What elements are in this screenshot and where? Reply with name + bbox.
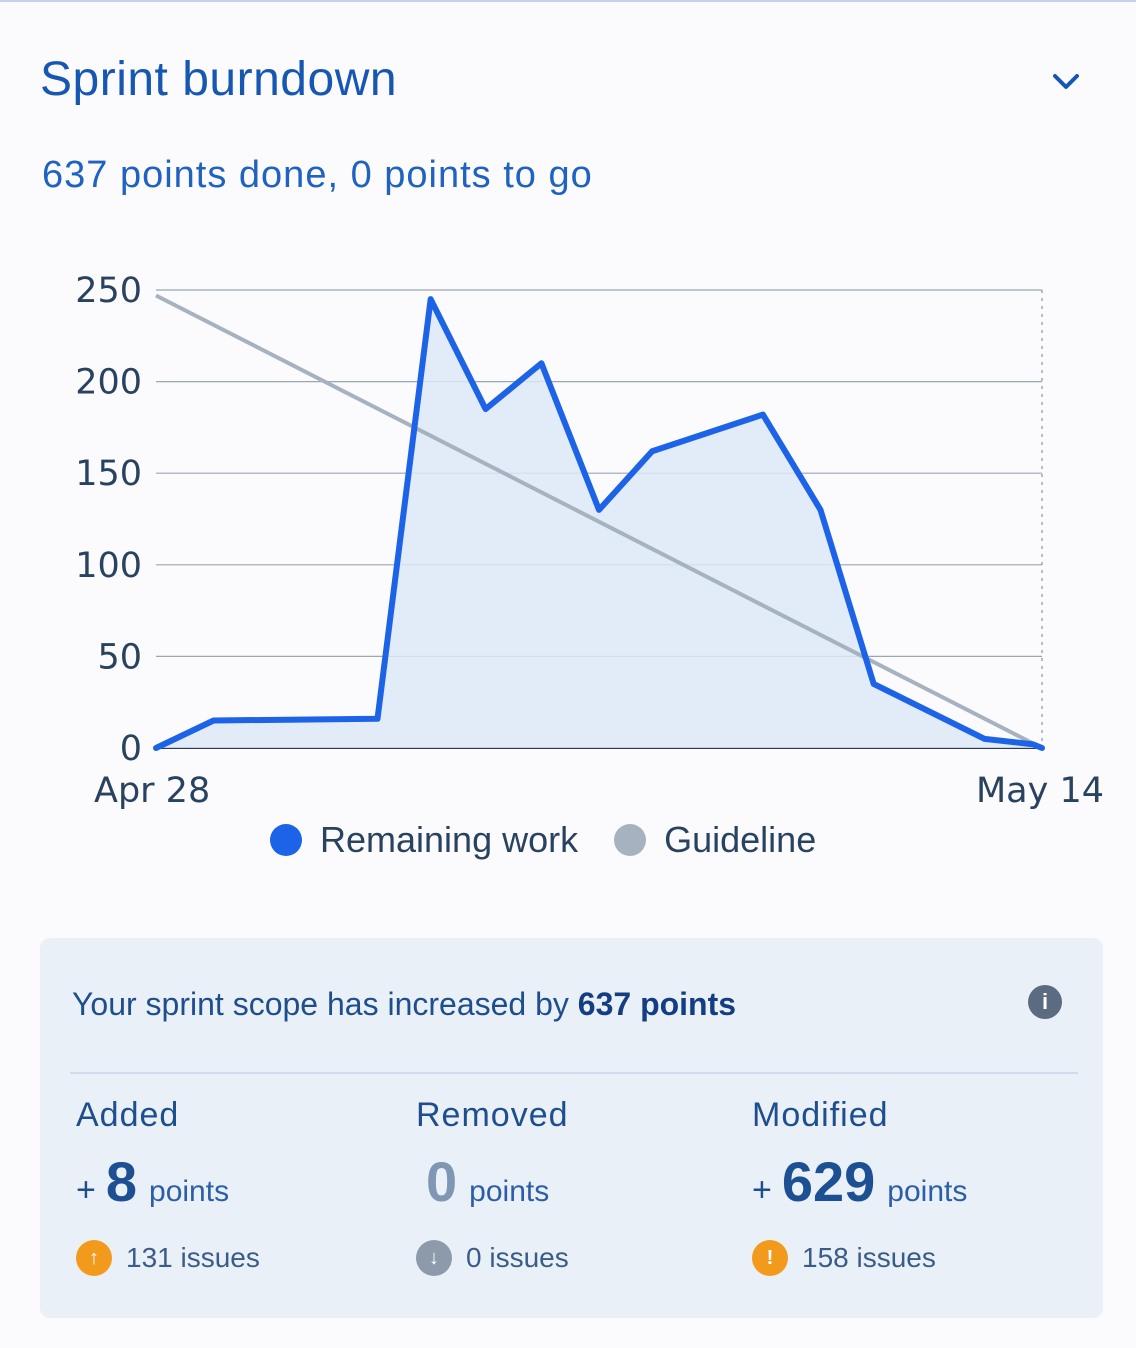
scope-divider — [70, 1072, 1078, 1074]
stat-added-issues-link[interactable]: ↑ 131 issues — [76, 1240, 396, 1276]
x-tick-label-start: Apr 28 — [94, 771, 210, 811]
chart-legend: Remaining work Guideline — [270, 814, 852, 866]
chevron-down-icon — [1051, 72, 1081, 97]
legend-item-remaining-work[interactable]: Remaining work — [270, 819, 578, 861]
scope-change-panel: Your sprint scope has increased by 637 p… — [40, 938, 1103, 1318]
stat-added-issues: 131 issues — [126, 1242, 260, 1273]
scope-change-title: Your sprint scope has increased by 637 p… — [72, 986, 736, 1023]
arrow-down-icon: ↓ — [416, 1240, 452, 1276]
legend-label-guideline: Guideline — [664, 819, 817, 860]
y-axis-ticks: 0 50 100 150 200 250 — [75, 271, 142, 769]
stat-modified-unit: points — [887, 1175, 968, 1208]
y-tick-label: 50 — [97, 637, 142, 677]
arrow-up-icon: ↑ — [76, 1240, 112, 1276]
scope-title-highlight: 637 points — [577, 986, 737, 1022]
stat-added-label: Added — [76, 1096, 180, 1134]
stat-added: Added + 8 points ↑ 131 issues — [76, 1096, 396, 1276]
y-tick-label: 200 — [75, 363, 142, 403]
sprint-burndown-card: Sprint burndown 637 points done, 0 point… — [0, 2, 1136, 1348]
stat-modified-number: 629 — [781, 1150, 876, 1213]
scope-title-prefix: Your sprint scope has increased by — [72, 986, 578, 1022]
stat-removed-number: 0 — [426, 1150, 458, 1213]
warning-icon: ! — [752, 1240, 788, 1276]
x-axis-ticks: Apr 28 May 14 — [94, 771, 1104, 811]
burndown-chart: 0 50 100 150 200 250 Apr 28 May 14 — [75, 271, 1104, 811]
y-tick-label: 100 — [75, 546, 142, 586]
collapse-button[interactable] — [1046, 66, 1086, 102]
legend-item-guideline[interactable]: Guideline — [614, 819, 816, 861]
stat-modified: Modified + 629 points ! 158 issues — [752, 1096, 1072, 1276]
y-tick-label: 250 — [75, 271, 142, 311]
stat-modified-label: Modified — [752, 1096, 889, 1134]
stat-added-unit: points — [149, 1175, 230, 1208]
burndown-summary: 637 points done, 0 points to go — [42, 154, 593, 196]
stat-modified-issues-link[interactable]: ! 158 issues — [752, 1240, 1072, 1276]
stat-removed-unit: points — [469, 1175, 550, 1208]
stat-removed-value-row: 0 points — [416, 1149, 736, 1214]
stat-modified-issues: 158 issues — [802, 1242, 936, 1273]
stat-removed-label: Removed — [416, 1096, 569, 1134]
stat-modified-sign: + — [752, 1171, 772, 1209]
y-tick-label: 0 — [120, 729, 142, 769]
stat-removed: Removed 0 points ↓ 0 issues — [416, 1096, 736, 1276]
stat-added-number: 8 — [105, 1150, 138, 1213]
card-title: Sprint burndown — [40, 53, 398, 106]
legend-dot-guideline — [614, 824, 647, 856]
stat-added-sign: + — [76, 1171, 96, 1209]
legend-dot-remaining-work — [270, 824, 302, 856]
y-tick-label: 150 — [75, 454, 142, 494]
stat-removed-issues: 0 issues — [466, 1242, 569, 1273]
stat-added-value-row: + 8 points — [76, 1149, 396, 1214]
stat-removed-issues-link[interactable]: ↓ 0 issues — [416, 1240, 736, 1276]
x-tick-label-end: May 14 — [976, 771, 1104, 811]
legend-label-remaining-work: Remaining work — [320, 819, 579, 860]
stat-modified-value-row: + 629 points — [752, 1149, 1072, 1214]
info-icon[interactable]: i — [1028, 985, 1062, 1019]
